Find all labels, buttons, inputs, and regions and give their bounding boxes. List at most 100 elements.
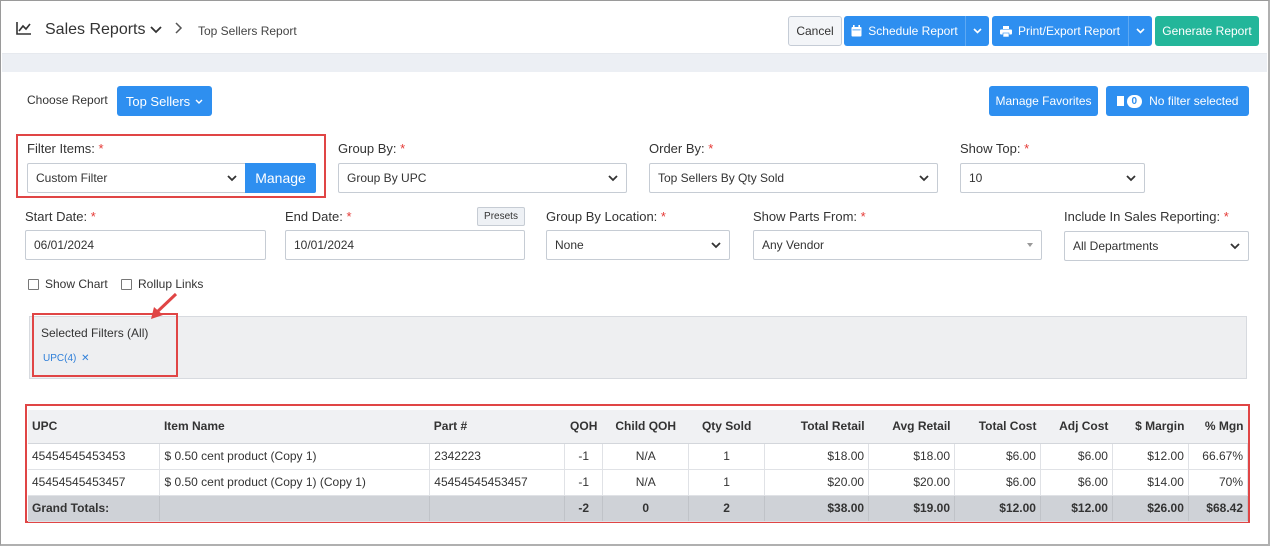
column-header[interactable]: $ Margin xyxy=(1112,410,1189,444)
show-chart-checkbox[interactable] xyxy=(28,279,39,290)
choose-report-value: Top Sellers xyxy=(125,93,191,109)
chevron-down-icon xyxy=(195,99,203,104)
chevron-down-icon xyxy=(973,28,982,34)
column-header[interactable]: Total Retail xyxy=(764,410,869,444)
table-header-row: UPC Item Name Part # QOH Child QOH Qty S… xyxy=(28,410,1248,444)
bookmark-icon xyxy=(1116,96,1124,106)
table-cell: $14.00 xyxy=(1112,469,1189,496)
chevron-down-icon xyxy=(608,175,618,182)
filter-tag[interactable]: UPC(4) ✕ xyxy=(43,353,90,364)
table-cell: 45454545453453 xyxy=(28,443,161,470)
table-cell: $38.00 xyxy=(764,495,870,522)
choose-report-label: Choose Report xyxy=(27,93,108,107)
printer-icon xyxy=(999,25,1012,37)
calendar-icon xyxy=(851,25,862,37)
column-header[interactable]: Part # xyxy=(429,410,565,444)
chevron-right-icon xyxy=(175,22,183,34)
include-sales-select[interactable]: All Departments xyxy=(1064,231,1249,261)
start-date-label: Start Date: * xyxy=(25,209,96,224)
column-header[interactable]: % Mgn xyxy=(1188,410,1248,444)
table-row[interactable]: 45454545453457 $ 0.50 cent product (Copy… xyxy=(28,469,1249,496)
chevron-down-icon xyxy=(1230,243,1240,250)
annotation-arrow xyxy=(151,292,178,319)
page-title[interactable]: Sales Reports xyxy=(45,21,146,39)
table-cell: $12.00 xyxy=(954,495,1041,522)
table-cell: $68.42 xyxy=(1188,495,1249,522)
show-chart-label: Show Chart xyxy=(45,277,108,291)
cancel-button[interactable]: Cancel xyxy=(788,16,842,46)
table-cell: -1 xyxy=(564,443,604,470)
table-cell: -1 xyxy=(564,469,604,496)
table-cell: 45454545453457 xyxy=(429,469,566,496)
selected-filters-title: Selected Filters (All) xyxy=(41,326,149,340)
table-cell: $20.00 xyxy=(868,469,956,496)
grand-totals-row: Grand Totals: -2 0 2 $38.00 $19.00 $12.0… xyxy=(28,495,1249,522)
schedule-dropdown-toggle[interactable] xyxy=(965,16,989,46)
show-top-select[interactable]: 10 xyxy=(960,163,1145,193)
show-parts-from-label: Show Parts From: * xyxy=(753,209,866,224)
start-date-input[interactable]: 06/01/2024 xyxy=(25,230,266,260)
table-cell: N/A xyxy=(602,469,690,496)
column-header[interactable]: Avg Retail xyxy=(868,410,955,444)
filter-items-select[interactable]: Custom Filter xyxy=(27,163,246,193)
table-cell: $18.00 xyxy=(764,443,870,470)
rollup-links-label: Rollup Links xyxy=(138,277,204,291)
table-cell: $ 0.50 cent product (Copy 1) xyxy=(159,443,431,470)
table-cell: $26.00 xyxy=(1112,495,1189,522)
filter-items-label: Filter Items: * xyxy=(27,141,104,156)
table-cell xyxy=(159,495,431,522)
table-cell: 2342223 xyxy=(429,443,566,470)
table-cell: $6.00 xyxy=(1040,469,1113,496)
group-by-location-select[interactable]: None xyxy=(546,230,730,260)
table-cell: $20.00 xyxy=(764,469,870,496)
column-header[interactable]: Item Name xyxy=(159,410,430,444)
end-date-input[interactable]: 10/01/2024 xyxy=(285,230,525,260)
table-cell: $6.00 xyxy=(1040,443,1113,470)
filter-status-button[interactable]: 0 No filter selected xyxy=(1106,86,1249,116)
chevron-down-icon xyxy=(711,242,721,249)
rollup-links-checkbox[interactable] xyxy=(121,279,132,290)
print-export-button[interactable]: Print/Export Report xyxy=(992,16,1128,46)
column-header[interactable]: QOH xyxy=(564,410,603,444)
show-parts-from-select[interactable]: Any Vendor xyxy=(753,230,1042,260)
table-cell: 0 xyxy=(602,495,690,522)
include-sales-label: Include In Sales Reporting: * xyxy=(1064,209,1229,224)
column-header[interactable]: Child QOH xyxy=(602,410,689,444)
column-header[interactable]: Adj Cost xyxy=(1040,410,1113,444)
results-table: UPC Item Name Part # QOH Child QOH Qty S… xyxy=(28,410,1249,522)
group-by-label: Group By: * xyxy=(338,141,406,156)
choose-report-dropdown[interactable]: Top Sellers xyxy=(117,86,212,116)
filter-count-badge: 0 xyxy=(1126,94,1143,108)
chevron-down-icon xyxy=(1126,175,1136,182)
column-header[interactable]: Total Cost xyxy=(954,410,1041,444)
table-cell: $19.00 xyxy=(868,495,956,522)
table-cell: $ 0.50 cent product (Copy 1) (Copy 1) xyxy=(159,469,431,496)
print-dropdown-toggle[interactable] xyxy=(1128,16,1152,46)
group-by-location-label: Group By Location: * xyxy=(546,209,666,224)
end-date-label: End Date: * xyxy=(285,209,352,224)
table-cell: 45454545453457 xyxy=(28,469,161,496)
column-header[interactable]: UPC xyxy=(28,410,160,444)
column-header[interactable]: Qty Sold xyxy=(688,410,765,444)
manage-favorites-button[interactable]: Manage Favorites xyxy=(989,86,1098,116)
table-row[interactable]: 45454545453453 $ 0.50 cent product (Copy… xyxy=(28,443,1249,470)
schedule-report-button[interactable]: Schedule Report xyxy=(844,16,965,46)
table-cell: $18.00 xyxy=(868,443,956,470)
show-top-label: Show Top: * xyxy=(960,141,1030,156)
chevron-down-icon xyxy=(1136,28,1145,34)
chevron-down-icon[interactable] xyxy=(150,26,162,34)
print-export-label: Print/Export Report xyxy=(1017,24,1121,38)
group-by-select[interactable]: Group By UPC xyxy=(338,163,627,193)
generate-report-button[interactable]: Generate Report xyxy=(1155,16,1259,46)
presets-button[interactable]: Presets xyxy=(477,207,525,226)
table-cell xyxy=(429,495,566,522)
filter-status-label: No filter selected xyxy=(1149,94,1239,108)
order-by-select[interactable]: Top Sellers By Qty Sold xyxy=(649,163,938,193)
chevron-down-icon xyxy=(919,175,929,182)
highlight-selected-filters xyxy=(32,313,178,377)
table-cell: 70% xyxy=(1188,469,1249,496)
close-icon[interactable]: ✕ xyxy=(81,353,89,364)
manage-filter-button[interactable]: Manage xyxy=(245,163,316,193)
table-cell: -2 xyxy=(564,495,604,522)
table-cell: 2 xyxy=(688,495,766,522)
